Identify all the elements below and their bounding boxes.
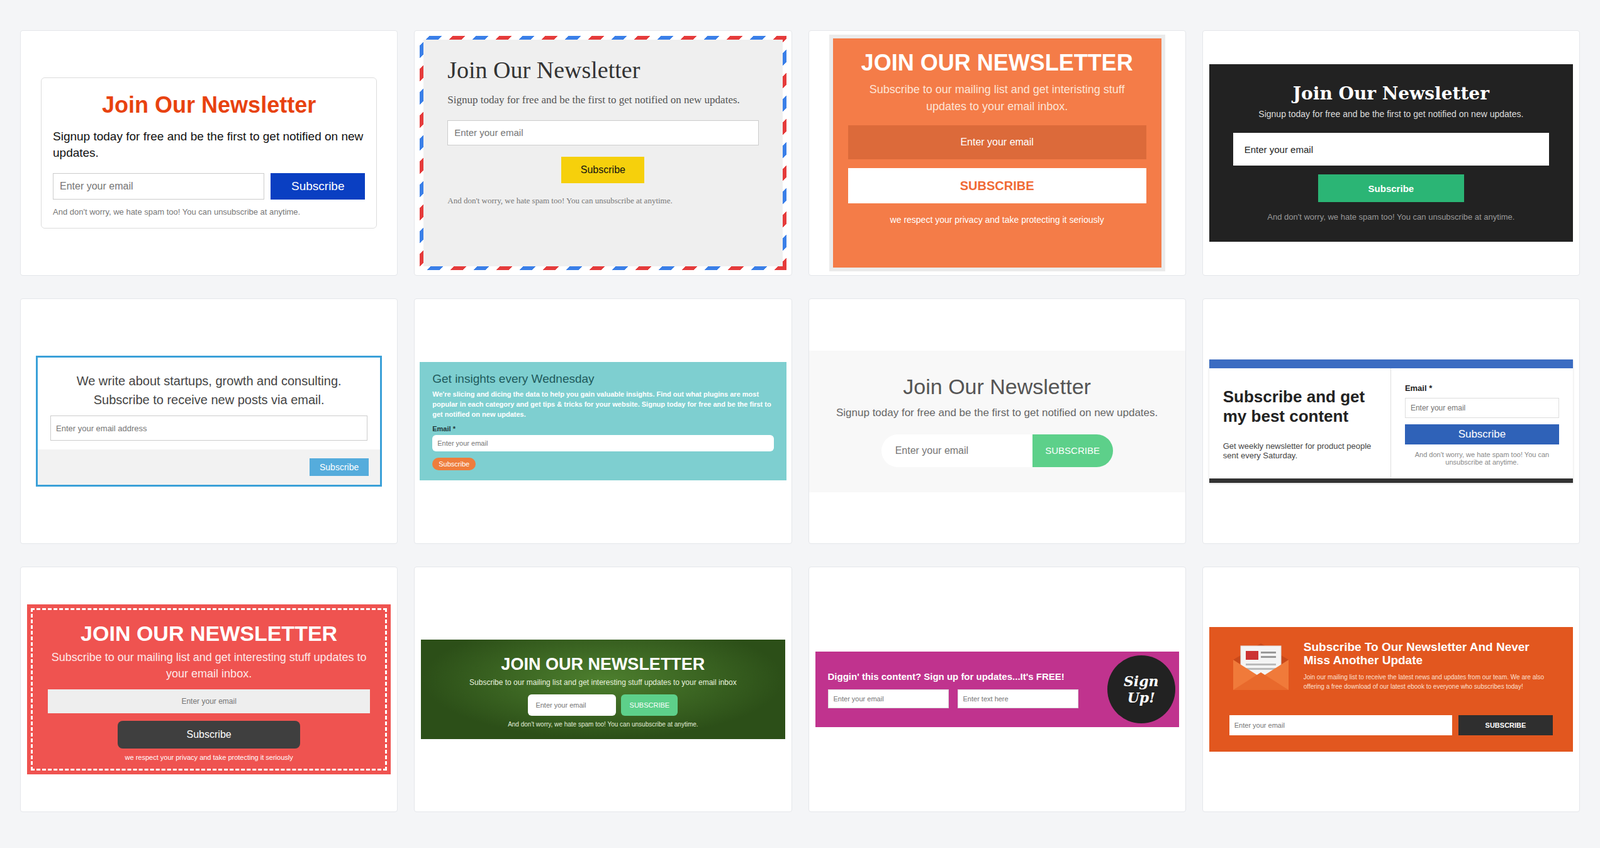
form-body: Diggin' this content? Sign up for update…	[827, 670, 1079, 708]
form-title: Subscribe and get my best content	[1223, 386, 1380, 426]
form-intro: Subscribe and get my best content Get we…	[1209, 368, 1392, 479]
form-row: SUBSCRIBE	[881, 434, 1114, 467]
subscribe-button[interactable]: SUBSCRIBE	[620, 693, 678, 716]
email-label: Email *	[1404, 383, 1560, 393]
newsletter-form: Join Our Newsletter Signup today for fre…	[1209, 64, 1573, 242]
form-body: Join Our Newsletter Signup today for fre…	[423, 39, 783, 267]
gallery-card: Join Our Newsletter Signup today for fre…	[1202, 30, 1580, 276]
form-text: We're slicing and dicing the data to hel…	[432, 389, 774, 420]
subscribe-button[interactable]: Subscribe	[117, 720, 301, 749]
form-body: JOIN OUR NEWSLETTER Subscribe to our mai…	[30, 607, 387, 770]
form-fields: Email * Subscribe And don't worry, we ha…	[1391, 368, 1573, 479]
form-note: we respect your privacy and take protect…	[125, 753, 294, 761]
form-title: JOIN OUR NEWSLETTER	[500, 654, 705, 674]
form-text: Signup today for free and be the first t…	[1258, 108, 1524, 119]
subscribe-button[interactable]: Subscribe	[1404, 424, 1560, 445]
gallery-card: Subscribe and get my best content Get we…	[1202, 298, 1580, 544]
gallery-card: JOIN OUR NEWSLETTER Subscribe to our mai…	[20, 566, 398, 812]
subscribe-button[interactable]: Subscribe	[270, 173, 365, 200]
email-input[interactable]	[50, 415, 368, 441]
text-input[interactable]	[957, 688, 1079, 708]
form-text: Subscribe to our mailing list and get in…	[47, 649, 370, 681]
subscribe-button[interactable]: Subscribe	[561, 156, 645, 184]
newsletter-form: Join Our Newsletter Signup today for fre…	[809, 350, 1186, 493]
newsletter-form: We write about startups, growth and cons…	[35, 355, 382, 487]
form-title: Join Our Newsletter	[902, 374, 1091, 399]
gallery-card: We write about startups, growth and cons…	[20, 298, 398, 544]
newsletter-form: Subscribe To Our Newsletter And Never Mi…	[1209, 626, 1573, 752]
form-title: Get insights every Wednesday	[432, 371, 594, 386]
form-note: And don't worry, we hate spam too! You c…	[1404, 450, 1560, 466]
form-note: we respect your privacy and take protect…	[848, 214, 1147, 225]
newsletter-form: Get insights every Wednesday We're slici…	[419, 361, 786, 481]
email-input[interactable]	[1233, 132, 1550, 166]
subscribe-button[interactable]: SUBSCRIBE	[848, 167, 1147, 204]
form-title: Join Our Newsletter	[447, 55, 759, 84]
form-text: Signup today for free and be the first t…	[836, 406, 1158, 420]
newsletter-form: Diggin' this content? Sign up for update…	[815, 651, 1180, 727]
email-input[interactable]	[432, 434, 774, 452]
form-text: We write about startups, growth and cons…	[50, 371, 368, 391]
gallery-card: JOIN OUR NEWSLETTER Subscribe to our mai…	[808, 30, 1187, 276]
form-header: Subscribe To Our Newsletter And Never Mi…	[1229, 640, 1553, 691]
form-row	[827, 688, 1079, 708]
email-input[interactable]	[1404, 397, 1560, 418]
gallery-card: Subscribe To Our Newsletter And Never Mi…	[1202, 566, 1580, 812]
email-label: Email *	[432, 424, 456, 433]
form-title: JOIN OUR NEWSLETTER	[80, 620, 338, 646]
email-input[interactable]	[1229, 714, 1453, 735]
form-body: We write about startups, growth and cons…	[37, 357, 381, 450]
email-input[interactable]	[447, 120, 759, 146]
form-row: Subscribe	[52, 173, 365, 200]
email-input[interactable]	[848, 125, 1147, 160]
subscribe-button[interactable]: SUBSCRIBE	[1458, 714, 1553, 735]
subscribe-button[interactable]: SUBSCRIBE	[1032, 434, 1114, 467]
form-text: Subscribe to receive new posts via email…	[50, 390, 368, 409]
form-title: Subscribe To Our Newsletter And Never Mi…	[1303, 640, 1553, 667]
form-text: Signup today for free and be the first t…	[447, 92, 759, 108]
form-text: Subscribe to our mailing list and get in…	[469, 677, 737, 687]
form-row: SUBSCRIBE	[1229, 714, 1553, 735]
envelope-icon	[1229, 640, 1293, 691]
form-copy: Subscribe To Our Newsletter And Never Mi…	[1303, 640, 1553, 691]
gallery-card: Diggin' this content? Sign up for update…	[808, 566, 1187, 812]
newsletter-form: JOIN OUR NEWSLETTER Subscribe to our mai…	[829, 34, 1166, 272]
email-input[interactable]	[52, 173, 265, 200]
form-text: Join our mailing list to receive the lat…	[1303, 671, 1553, 691]
form-footer: Subscribe	[37, 449, 381, 485]
email-input[interactable]	[827, 688, 949, 708]
form-text: Signup today for free and be the first t…	[52, 128, 365, 161]
newsletter-form: JOIN OUR NEWSLETTER Subscribe to our mai…	[420, 639, 785, 739]
form-body: JOIN OUR NEWSLETTER Subscribe to our mai…	[833, 38, 1162, 268]
email-input[interactable]	[881, 434, 1033, 467]
form-title: JOIN OUR NEWSLETTER	[848, 49, 1147, 77]
form-note: And don't worry, we hate spam too! You c…	[507, 720, 698, 728]
subscribe-button[interactable]: Subscribe	[432, 457, 476, 470]
form-row: SUBSCRIBE	[527, 693, 678, 716]
form-note: And don't worry, we hate spam too! You c…	[447, 195, 759, 206]
subscribe-button[interactable]: Subscribe	[309, 458, 369, 476]
form-title: Join Our Newsletter	[1292, 83, 1490, 104]
subscribe-button[interactable]: Subscribe	[1318, 174, 1465, 202]
gallery-card: Join Our Newsletter Signup today for fre…	[20, 30, 398, 276]
form-note: And don't worry, we hate spam too! You c…	[1267, 212, 1515, 222]
newsletter-form: JOIN OUR NEWSLETTER Subscribe to our mai…	[27, 604, 391, 774]
form-text: Subscribe to our mailing list and get in…	[848, 81, 1147, 116]
gallery-card: Join Our Newsletter Signup today for fre…	[413, 30, 792, 276]
form-text: Diggin' this content? Sign up for update…	[827, 670, 1079, 682]
form-note: And don't worry, we hate spam too! You c…	[52, 206, 365, 217]
newsletter-form: Subscribe and get my best content Get we…	[1209, 359, 1573, 483]
email-input[interactable]	[47, 688, 370, 713]
gallery-card: Join Our Newsletter Signup today for fre…	[808, 298, 1187, 544]
gallery-card: Get insights every Wednesday We're slici…	[413, 298, 792, 544]
newsletter-form: Join Our Newsletter Signup today for fre…	[419, 35, 786, 270]
form-text: Get weekly newsletter for product people…	[1223, 441, 1380, 460]
form-title: Join Our Newsletter	[52, 91, 365, 119]
email-input[interactable]	[527, 693, 616, 716]
newsletter-form: Join Our Newsletter Signup today for fre…	[40, 77, 377, 229]
newsletter-gallery: Join Our Newsletter Signup today for fre…	[0, 0, 1600, 842]
signup-badge-button[interactable]: Sign Up!	[1107, 654, 1176, 723]
gallery-card: JOIN OUR NEWSLETTER Subscribe to our mai…	[413, 566, 792, 812]
